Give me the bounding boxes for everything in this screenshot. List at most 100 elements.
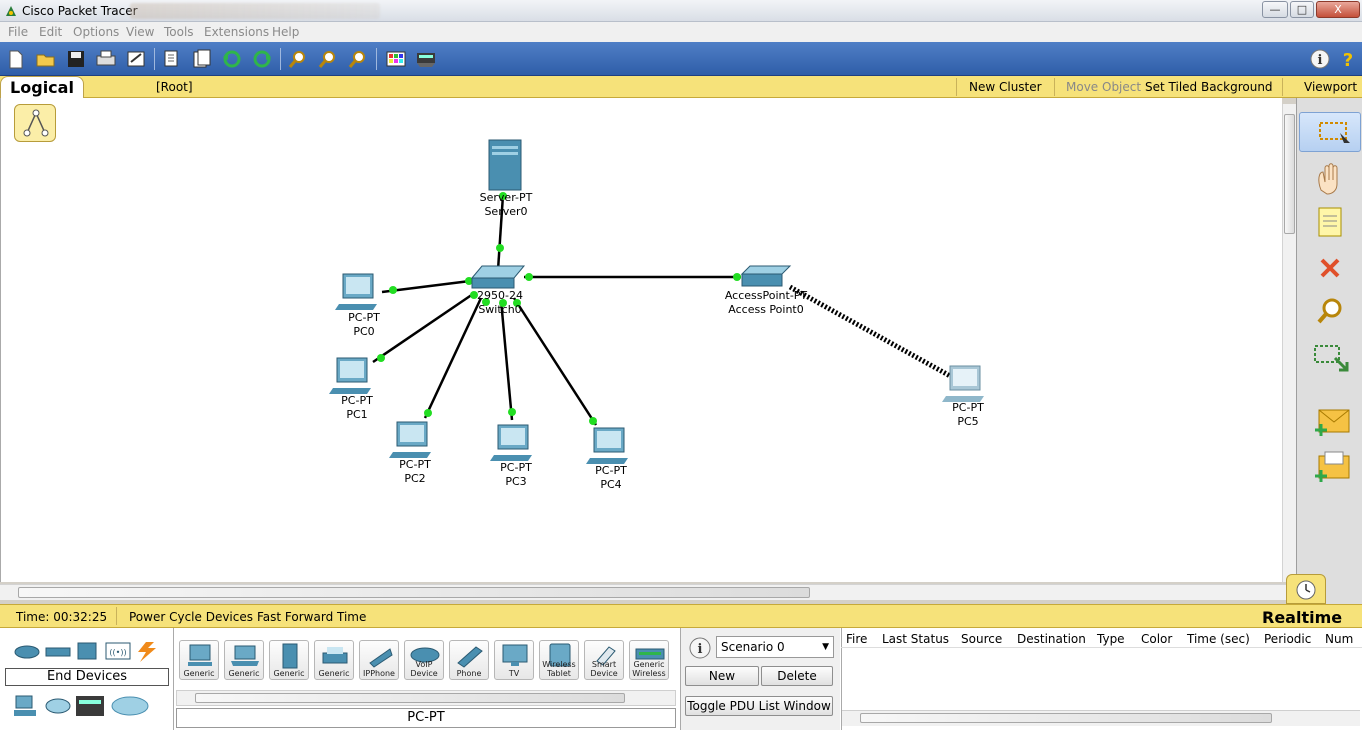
device-tile-wireless-tablet[interactable]: Wireless Tablet bbox=[539, 640, 579, 680]
move-tool-button[interactable] bbox=[1307, 158, 1353, 198]
device-tile-generic-pc[interactable]: Generic bbox=[179, 640, 219, 680]
chevron-down-icon: ▼ bbox=[822, 642, 829, 652]
vertical-scroll-thumb[interactable] bbox=[1284, 114, 1295, 234]
device-list-scrollbar[interactable] bbox=[176, 690, 676, 706]
device-tile-generic-server[interactable]: Generic bbox=[269, 640, 309, 680]
delete-icon bbox=[1320, 258, 1340, 278]
pdu-list-scrollbar[interactable] bbox=[842, 710, 1360, 726]
pc3-icon[interactable] bbox=[490, 424, 532, 461]
pc5-label: PC-PT PC5 bbox=[952, 401, 984, 428]
column-color[interactable]: Color bbox=[1141, 632, 1172, 646]
server0-label: Server-PT Server0 bbox=[479, 191, 533, 218]
device-tile-ipphone[interactable]: IPPhone bbox=[359, 640, 399, 680]
scenario-info-icon[interactable]: i bbox=[688, 636, 712, 660]
workspace-horizontal-scrollbar[interactable] bbox=[0, 584, 1296, 600]
toggle-pdu-list-window-button[interactable]: Toggle PDU List Window bbox=[685, 696, 833, 716]
column-periodic[interactable]: Periodic bbox=[1264, 632, 1311, 646]
new-scenario-button[interactable]: New bbox=[685, 666, 759, 686]
network-topology bbox=[329, 139, 984, 464]
link-pc3-switch bbox=[499, 299, 514, 421]
switch0-label: 2950-24 Switch0 bbox=[477, 289, 523, 316]
category-name: End Devices bbox=[5, 668, 169, 686]
multiuser-category-icon[interactable] bbox=[111, 696, 149, 716]
device-tile-phone[interactable]: Phone bbox=[449, 640, 489, 680]
workspace-vertical-scrollbar[interactable] bbox=[1282, 104, 1296, 582]
pdu-list-scroll-thumb[interactable] bbox=[860, 713, 1272, 723]
router-category-icon[interactable] bbox=[14, 645, 40, 659]
add-simple-pdu-icon bbox=[1315, 409, 1350, 436]
connections-category-icon[interactable] bbox=[138, 642, 156, 662]
switch0-icon[interactable] bbox=[470, 265, 526, 289]
common-tools-bar bbox=[1296, 98, 1362, 604]
add-simple-pdu-button[interactable] bbox=[1307, 402, 1353, 442]
link-pc4-switch bbox=[512, 297, 598, 426]
device-tile-generic-printer[interactable]: Generic bbox=[314, 640, 354, 680]
pc0-icon[interactable] bbox=[335, 273, 377, 310]
selected-device-name: PC-PT bbox=[176, 708, 676, 728]
viewport-button[interactable]: Viewport bbox=[1304, 80, 1357, 94]
info-icon[interactable]: i bbox=[1308, 48, 1332, 70]
column-source[interactable]: Source bbox=[961, 632, 1002, 646]
add-complex-pdu-icon bbox=[1315, 451, 1350, 482]
switch-category-icon[interactable] bbox=[45, 647, 71, 657]
column-time-sec[interactable]: Time (sec) bbox=[1187, 632, 1250, 646]
note-tool-button[interactable] bbox=[1307, 202, 1353, 242]
column-fire[interactable]: Fire bbox=[846, 632, 867, 646]
realtime-mode-tab[interactable] bbox=[1286, 574, 1326, 604]
access-point0-label: AccessPoint-PT Access Point0 bbox=[724, 289, 808, 316]
pc0-label: PC-PT PC0 bbox=[348, 311, 380, 338]
pc3-label: PC-PT PC3 bbox=[500, 461, 532, 488]
access-point0-icon[interactable] bbox=[740, 265, 792, 287]
resize-shape-tool-button[interactable] bbox=[1307, 338, 1353, 378]
column-num[interactable]: Num bbox=[1325, 632, 1353, 646]
wireless-category-icon[interactable]: ((•)) bbox=[105, 642, 131, 660]
pc4-label: PC-PT PC4 bbox=[595, 464, 627, 491]
realtime-mode-label[interactable]: Realtime bbox=[1262, 608, 1342, 627]
server0-icon[interactable] bbox=[488, 139, 522, 191]
select-icon bbox=[1319, 122, 1350, 143]
power-cycle-devices-button[interactable]: Power Cycle Devices bbox=[129, 610, 253, 624]
device-tile-generic-laptop[interactable]: Generic bbox=[224, 640, 264, 680]
help-icon[interactable]: ? bbox=[1336, 48, 1360, 70]
scenario-select[interactable]: Scenario 0 ▼ bbox=[716, 636, 834, 658]
svg-text:i: i bbox=[698, 642, 703, 657]
pc1-label: PC-PT PC1 bbox=[341, 394, 373, 421]
svg-text:((•)): ((•)) bbox=[109, 648, 126, 657]
move-hand-icon bbox=[1318, 163, 1338, 195]
fast-forward-time-button[interactable]: Fast Forward Time bbox=[257, 610, 366, 624]
device-tile-generic-wireless[interactable]: Generic Wireless bbox=[629, 640, 669, 680]
resize-shape-icon bbox=[1314, 345, 1349, 372]
wan-emulation-category-icon[interactable] bbox=[45, 698, 71, 714]
inspect-icon bbox=[1317, 298, 1342, 324]
column-last-status[interactable]: Last Status bbox=[882, 632, 949, 646]
links bbox=[372, 194, 741, 426]
realtime-clock-icon bbox=[1296, 580, 1316, 600]
device-tile-voip-device[interactable]: VoIP Device bbox=[404, 640, 444, 680]
custom-device-category-icon[interactable] bbox=[76, 696, 104, 716]
device-tile-smart-device[interactable]: Smart Device bbox=[584, 640, 624, 680]
column-destination[interactable]: Destination bbox=[1017, 632, 1086, 646]
close-button[interactable]: X bbox=[1316, 1, 1360, 18]
link-lights bbox=[377, 192, 741, 425]
column-type[interactable]: Type bbox=[1097, 632, 1125, 646]
end-devices-category-icon[interactable] bbox=[14, 695, 36, 716]
svg-text:?: ? bbox=[1343, 50, 1353, 70]
add-complex-pdu-button[interactable] bbox=[1307, 448, 1353, 488]
pc2-icon[interactable] bbox=[389, 421, 431, 458]
device-list-scroll-thumb[interactable] bbox=[195, 693, 625, 703]
pc4-icon[interactable] bbox=[586, 427, 628, 464]
category-icons-row2 bbox=[14, 695, 149, 716]
delete-tool-button[interactable] bbox=[1307, 248, 1353, 288]
hub-category-icon[interactable] bbox=[77, 642, 97, 660]
pc2-label: PC-PT PC2 bbox=[399, 458, 431, 485]
pdu-table-header: Fire Last Status Source Destination Type… bbox=[841, 630, 1362, 648]
pc5-icon[interactable] bbox=[942, 365, 984, 402]
delete-scenario-button[interactable]: Delete bbox=[761, 666, 833, 686]
select-tool-button[interactable] bbox=[1299, 112, 1361, 152]
maximize-button[interactable]: □ bbox=[1290, 1, 1314, 18]
device-tile-tv[interactable]: TV bbox=[494, 640, 534, 680]
svg-text:i: i bbox=[1318, 53, 1323, 68]
pc1-icon[interactable] bbox=[329, 357, 371, 394]
inspect-tool-button[interactable] bbox=[1307, 292, 1353, 332]
horizontal-scroll-thumb[interactable] bbox=[18, 587, 810, 598]
